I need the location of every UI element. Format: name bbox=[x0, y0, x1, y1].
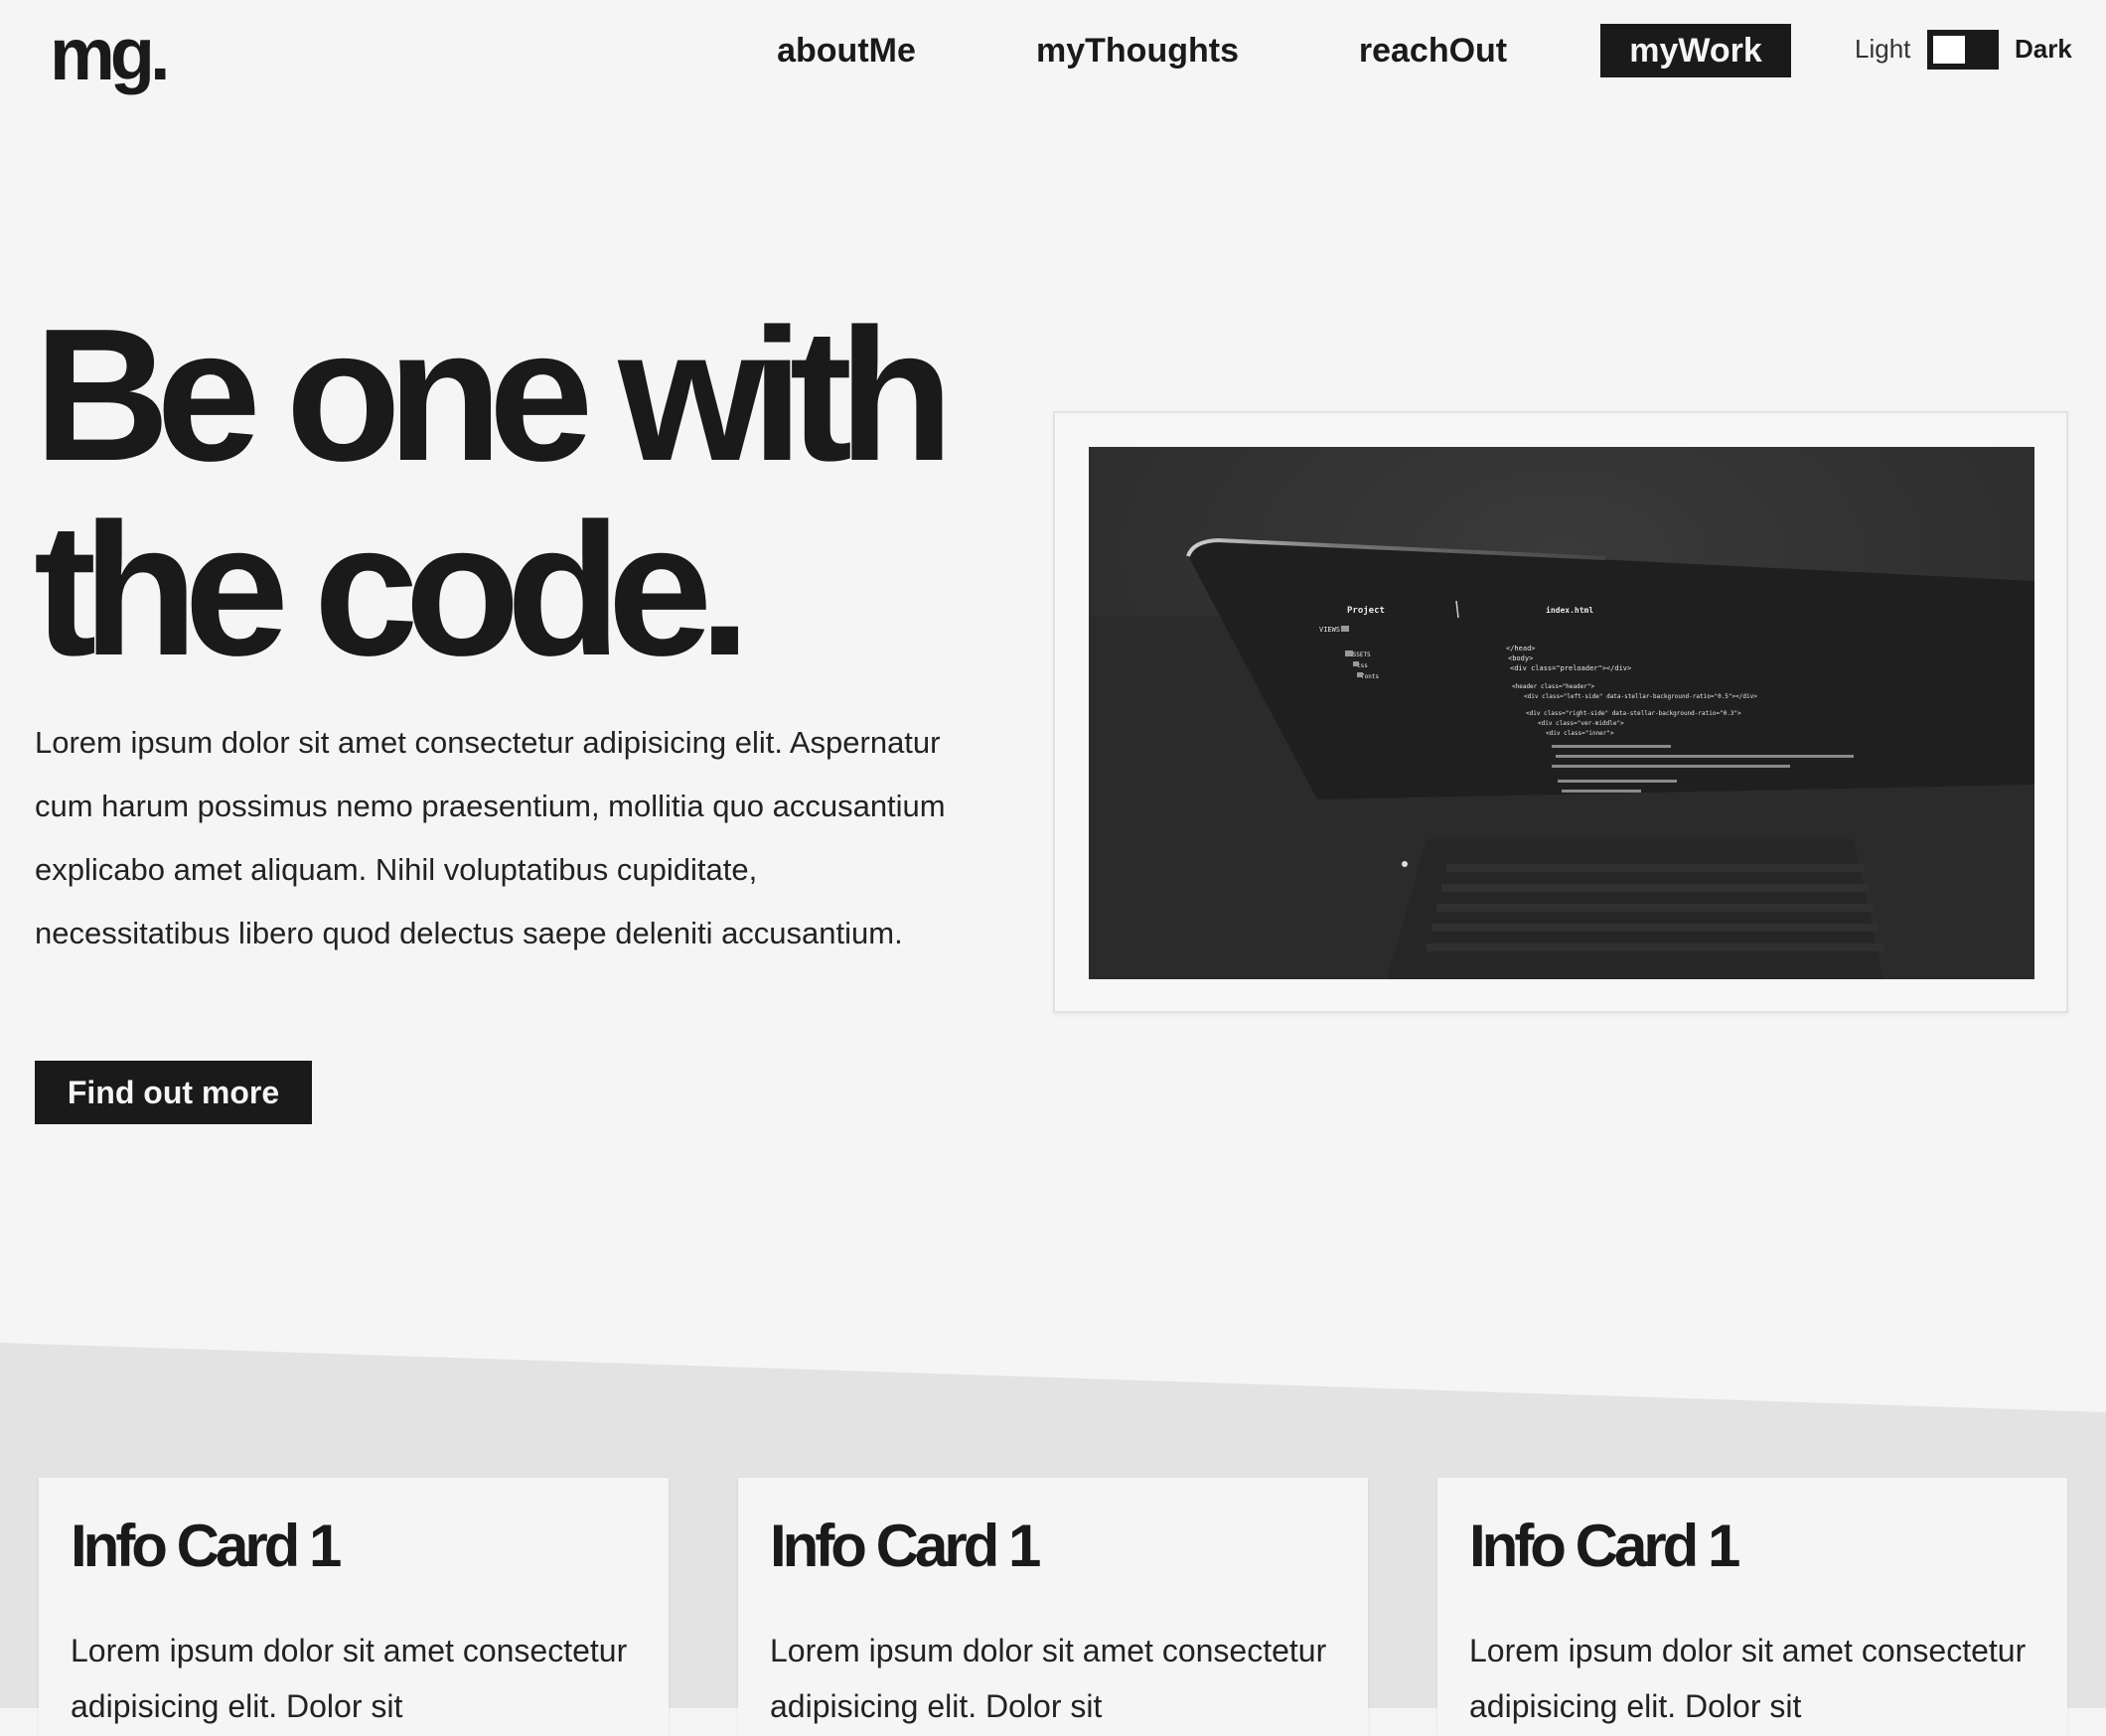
info-card-title: Info Card 1 bbox=[71, 1513, 342, 1579]
nav-link-mythoughts[interactable]: myThoughts bbox=[1023, 24, 1252, 77]
image-code-line: <div class="preloader"></div> bbox=[1510, 664, 1631, 672]
info-card-title: Info Card 1 bbox=[1469, 1513, 1740, 1579]
info-card: Info Card 1 Lorem ipsum dolor sit amet c… bbox=[738, 1478, 1368, 1736]
theme-light-label: Light bbox=[1855, 34, 1911, 64]
image-file-title: index.html bbox=[1546, 605, 1593, 615]
theme-dark-label: Dark bbox=[2015, 34, 2072, 64]
image-sidebar-item: VIEWS bbox=[1319, 626, 1340, 634]
image-code-line: <div class="inner"> bbox=[1546, 730, 1614, 737]
nav-link-aboutme[interactable]: aboutMe bbox=[747, 24, 946, 77]
image-project-label: Project bbox=[1347, 605, 1385, 616]
info-card-text: Lorem ipsum dolor sit amet consectetur a… bbox=[1469, 1633, 2027, 1724]
info-card-title: Info Card 1 bbox=[770, 1513, 1041, 1579]
find-out-more-button[interactable]: Find out more bbox=[35, 1061, 312, 1124]
image-code-line: <div class="ver-middle"> bbox=[1538, 720, 1624, 727]
image-code-line: <div class="left-side" data-stellar-back… bbox=[1524, 693, 1757, 700]
image-code-line: <div class="right-side" data-stellar-bac… bbox=[1526, 710, 1741, 717]
laptop-code-image: Project VIEWS ASSETS css fonts index.htm… bbox=[1089, 447, 2034, 979]
info-card-text: Lorem ipsum dolor sit amet consectetur a… bbox=[71, 1633, 628, 1724]
theme-switch-knob bbox=[1933, 36, 1965, 64]
nav-link-reachout[interactable]: reachOut bbox=[1331, 24, 1535, 77]
image-code-line: <header class="header"> bbox=[1512, 683, 1594, 690]
hero-image-frame: Project VIEWS ASSETS css fonts index.htm… bbox=[1053, 411, 2068, 1013]
hero-title: Be one with the code. bbox=[34, 298, 1007, 687]
theme-switch[interactable] bbox=[1927, 30, 1999, 70]
theme-toggle: Light Dark bbox=[1848, 28, 2076, 73]
hero-description: Lorem ipsum dolor sit amet consectetur a… bbox=[35, 725, 946, 950]
nav-link-mywork[interactable]: myWork bbox=[1600, 24, 1791, 77]
site-logo[interactable]: mg. bbox=[50, 18, 171, 91]
hero-title-line-2: the code. bbox=[34, 485, 751, 695]
info-card-text: Lorem ipsum dolor sit amet consectetur a… bbox=[770, 1633, 1327, 1724]
image-code-line: <body> bbox=[1508, 654, 1533, 662]
image-sidebar-item: fonts bbox=[1361, 673, 1379, 680]
hero-title-line-1: Be one with bbox=[34, 290, 954, 501]
info-card: Info Card 1 Lorem ipsum dolor sit amet c… bbox=[1437, 1478, 2067, 1736]
info-card: Info Card 1 Lorem ipsum dolor sit amet c… bbox=[39, 1478, 669, 1736]
image-code-line: </head> bbox=[1506, 645, 1536, 652]
